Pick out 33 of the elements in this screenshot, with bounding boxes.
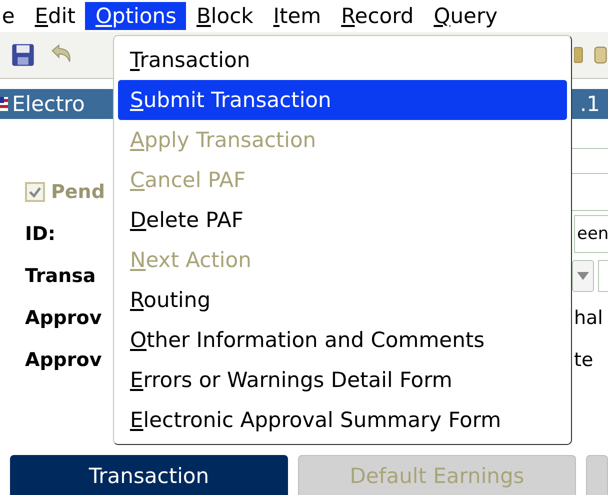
checkbox-label: Pend: [51, 181, 105, 203]
menu-item[interactable]: Delete PAF: [118, 200, 567, 240]
menu-item[interactable]: Other Information and Comments: [118, 320, 567, 360]
menu-item[interactable]: Electronic Approval Summary Form: [118, 400, 567, 440]
form-title: .1: [580, 92, 600, 116]
dropdown-button[interactable]: [572, 260, 594, 292]
menu-item[interactable]: Block: [186, 2, 264, 30]
menu-item[interactable]: Options: [85, 2, 186, 30]
flag-icon: [0, 97, 8, 111]
menu-item[interactable]: Record: [331, 2, 424, 30]
field-label: Approv: [25, 307, 102, 329]
menu-item[interactable]: Query: [424, 2, 508, 30]
field-value: te: [574, 349, 594, 371]
menu-item[interactable]: Edit: [24, 2, 86, 30]
menu-item[interactable]: Routing: [118, 280, 567, 320]
menu-item[interactable]: le: [0, 2, 25, 30]
caret-down-icon: [577, 272, 589, 280]
input-field[interactable]: [570, 173, 608, 211]
field-label: Transa: [25, 265, 96, 287]
menu-item[interactable]: Transaction: [118, 40, 567, 80]
save-icon[interactable]: [10, 42, 36, 68]
form-title: Electro: [12, 92, 85, 116]
check-icon: [28, 185, 42, 199]
field-label: ID:: [25, 223, 56, 245]
menu-item[interactable]: Errors or Warnings Detail Form: [118, 360, 567, 400]
field-label: Approv: [25, 349, 102, 371]
tab[interactable]: Transaction: [10, 455, 288, 495]
checkbox[interactable]: [25, 182, 45, 202]
input-field[interactable]: een: [574, 215, 608, 253]
menu-item[interactable]: Submit Transaction: [118, 80, 567, 120]
input-field[interactable]: [598, 260, 608, 292]
field-value: hal: [574, 307, 604, 329]
menu-item[interactable]: Item: [263, 2, 332, 30]
